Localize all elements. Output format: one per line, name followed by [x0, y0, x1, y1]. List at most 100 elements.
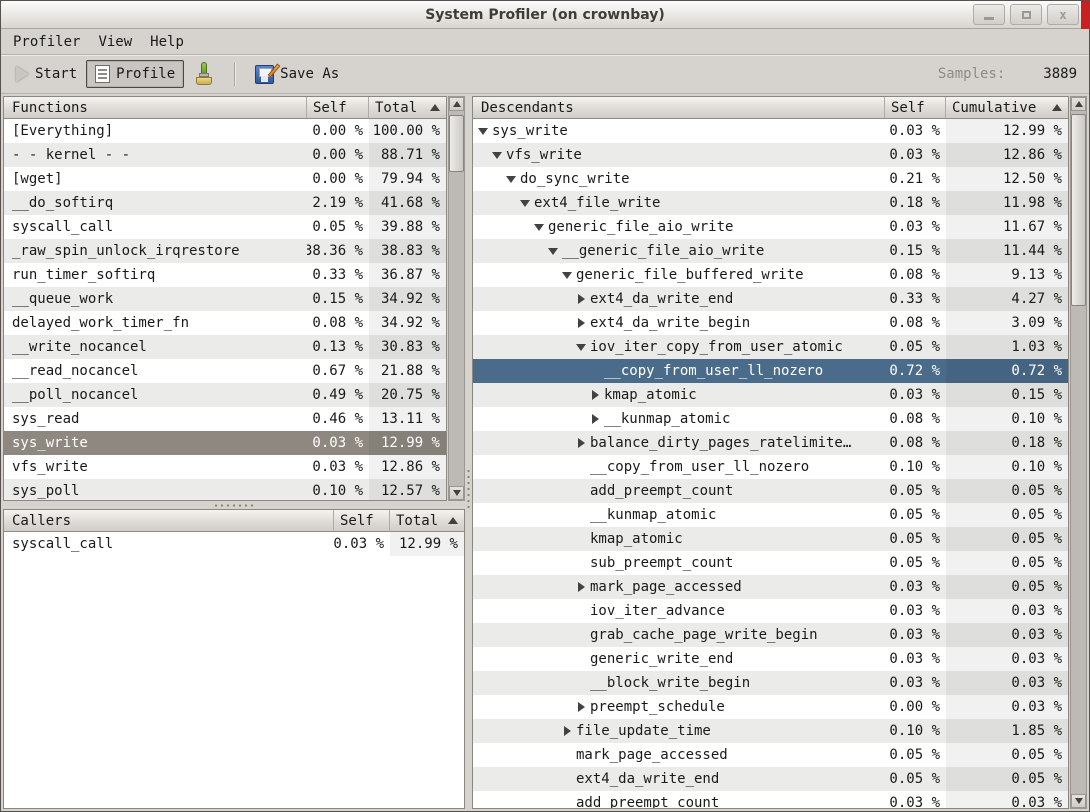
tree-expander-closed-icon[interactable] [575, 701, 588, 714]
tree-expander-closed-icon[interactable] [575, 437, 588, 450]
descendant-row[interactable]: sub_preempt_count0.05 %0.05 % [473, 551, 1068, 575]
total-percent-cell: 12.86 % [946, 143, 1068, 167]
descendant-row[interactable]: generic_file_aio_write0.03 %11.67 % [473, 215, 1068, 239]
horizontal-pane-splitter[interactable] [3, 501, 465, 509]
tree-expander-closed-icon[interactable] [575, 581, 588, 594]
function-row[interactable]: [wget]0.00 %79.94 % [4, 167, 446, 191]
descendant-row[interactable]: kmap_atomic0.03 %0.15 % [473, 383, 1068, 407]
descendant-row[interactable]: __block_write_begin0.03 %0.03 % [473, 671, 1068, 695]
column-header-descendants[interactable]: Descendants [473, 97, 885, 119]
function-row[interactable]: delayed_work_timer_fn0.08 %34.92 % [4, 311, 446, 335]
descendant-row[interactable]: file_update_time0.10 %1.85 % [473, 719, 1068, 743]
tree-expander-closed-icon[interactable] [589, 413, 602, 426]
profile-toggle-button[interactable]: Profile [86, 60, 184, 88]
column-header-self[interactable]: Self [334, 510, 390, 532]
function-row[interactable]: run_timer_softirq0.33 %36.87 % [4, 263, 446, 287]
tree-expander-closed-icon[interactable] [561, 725, 574, 738]
descendant-row[interactable]: kmap_atomic0.05 %0.05 % [473, 527, 1068, 551]
minimize-button[interactable] [973, 4, 1005, 25]
scroll-up-button[interactable] [449, 97, 464, 111]
tree-expander-open-icon[interactable] [575, 341, 588, 354]
save-as-button[interactable]: Save As [246, 60, 348, 89]
total-percent-cell: 0.03 % [946, 623, 1068, 647]
scroll-up-button[interactable] [1071, 97, 1086, 111]
column-header-self[interactable]: Self [885, 97, 946, 119]
maximize-button[interactable] [1010, 4, 1042, 25]
descendant-row[interactable]: generic_write_end0.03 %0.03 % [473, 647, 1068, 671]
menu-profiler[interactable]: Profiler [4, 32, 89, 52]
menu-view[interactable]: View [89, 32, 141, 52]
tree-expander-open-icon[interactable] [533, 221, 546, 234]
tree-expander-closed-icon[interactable] [589, 389, 602, 402]
descendant-row[interactable]: __generic_file_aio_write0.15 %11.44 % [473, 239, 1068, 263]
descendant-row[interactable]: generic_file_buffered_write0.08 %9.13 % [473, 263, 1068, 287]
descendant-row[interactable]: __kunmap_atomic0.05 %0.05 % [473, 503, 1068, 527]
scrollbar-trough[interactable] [1071, 111, 1086, 794]
descendant-row[interactable]: vfs_write0.03 %12.86 % [473, 143, 1068, 167]
descendant-row[interactable]: grab_cache_page_write_begin0.03 %0.03 % [473, 623, 1068, 647]
function-row[interactable]: sys_read0.46 %13.11 % [4, 407, 446, 431]
column-header-total[interactable]: Total [390, 510, 464, 532]
descendants-scrollbar[interactable] [1070, 96, 1087, 809]
descendant-row[interactable]: mark_page_accessed0.05 %0.05 % [473, 743, 1068, 767]
self-percent-cell: 0.67 % [307, 359, 369, 383]
descendant-row[interactable]: mark_page_accessed0.03 %0.05 % [473, 575, 1068, 599]
tree-expander-closed-icon[interactable] [575, 293, 588, 306]
reset-button[interactable] [184, 57, 224, 91]
descendant-row[interactable]: __copy_from_user_ll_nozero0.10 %0.10 % [473, 455, 1068, 479]
function-row[interactable]: __write_nocancel0.13 %30.83 % [4, 335, 446, 359]
descendant-row[interactable]: __kunmap_atomic0.08 %0.10 % [473, 407, 1068, 431]
symbol-name: generic_write_end [590, 651, 733, 667]
function-row[interactable]: _raw_spin_unlock_irqrestore38.36 %38.83 … [4, 239, 446, 263]
vertical-pane-splitter[interactable] [465, 96, 472, 809]
descendant-row[interactable]: ext4_da_write_begin0.08 %3.09 % [473, 311, 1068, 335]
descendant-row[interactable]: iov_iter_copy_from_user_atomic0.05 %1.03… [473, 335, 1068, 359]
scroll-down-button[interactable] [449, 486, 464, 500]
function-row[interactable]: __queue_work0.15 %34.92 % [4, 287, 446, 311]
function-row[interactable]: sys_poll0.10 %12.57 % [4, 479, 446, 500]
column-header-self[interactable]: Self [307, 97, 369, 119]
column-header-callers[interactable]: Callers [4, 510, 334, 532]
function-row[interactable]: __do_softirq2.19 %41.68 % [4, 191, 446, 215]
tree-expander-closed-icon[interactable] [575, 317, 588, 330]
function-row[interactable]: - - kernel - -0.00 %88.71 % [4, 143, 446, 167]
tree-expander-open-icon[interactable] [561, 269, 574, 282]
descendant-row[interactable]: do_sync_write0.21 %12.50 % [473, 167, 1068, 191]
descendant-row-selected[interactable]: __copy_from_user_ll_nozero0.72 %0.72 % [473, 359, 1068, 383]
descendant-row[interactable]: add_preempt_count0.05 %0.05 % [473, 479, 1068, 503]
column-header-cumulative[interactable]: Cumulative [946, 97, 1068, 119]
function-row[interactable]: __poll_nocancel0.49 %20.75 % [4, 383, 446, 407]
titlebar[interactable]: System Profiler (on crownbay) x [1, 1, 1089, 29]
scroll-down-button[interactable] [1071, 794, 1086, 808]
tree-expander-open-icon[interactable] [491, 149, 504, 162]
descendant-row[interactable]: sys_write0.03 %12.99 % [473, 119, 1068, 143]
tree-expander-open-icon[interactable] [519, 197, 532, 210]
tree-expander-open-icon[interactable] [547, 245, 560, 258]
scrollbar-thumb[interactable] [1071, 114, 1086, 306]
function-row-selected[interactable]: sys_write0.03 %12.99 % [4, 431, 446, 455]
descendant-row[interactable]: ext4_file_write0.18 %11.98 % [473, 191, 1068, 215]
functions-scrollbar[interactable] [448, 96, 465, 501]
function-row[interactable]: vfs_write0.03 %12.86 % [4, 455, 446, 479]
close-button[interactable]: x [1047, 4, 1079, 25]
descendant-row[interactable]: balance_dirty_pages_ratelimite…0.08 %0.1… [473, 431, 1068, 455]
descendant-row[interactable]: iov_iter_advance0.03 %0.03 % [473, 599, 1068, 623]
column-header-total[interactable]: Total [369, 97, 446, 119]
descendant-row[interactable]: ext4_da_write_end0.33 %4.27 % [473, 287, 1068, 311]
callers-table-header: Callers Self Total [4, 510, 464, 532]
tree-expander-open-icon[interactable] [477, 125, 490, 138]
scrollbar-trough[interactable] [449, 111, 464, 486]
start-button[interactable]: Start [7, 61, 86, 87]
descendant-row[interactable]: ext4_da_write_end0.05 %0.05 % [473, 767, 1068, 791]
descendant-row[interactable]: preempt_schedule0.00 %0.03 % [473, 695, 1068, 719]
scrollbar-thumb[interactable] [449, 115, 464, 172]
function-row[interactable]: syscall_call0.05 %39.88 % [4, 215, 446, 239]
caller-row[interactable]: syscall_call0.03 %12.99 % [4, 532, 464, 556]
tree-expander-open-icon[interactable] [505, 173, 518, 186]
function-row[interactable]: [Everything]0.00 %100.00 % [4, 119, 446, 143]
descendant-row[interactable]: add_preempt_count0.03 %0.03 % [473, 791, 1068, 808]
column-header-functions[interactable]: Functions [4, 97, 307, 119]
function-row[interactable]: __read_nocancel0.67 %21.88 % [4, 359, 446, 383]
arrow-down-icon [1075, 798, 1083, 804]
menu-help[interactable]: Help [141, 32, 193, 52]
